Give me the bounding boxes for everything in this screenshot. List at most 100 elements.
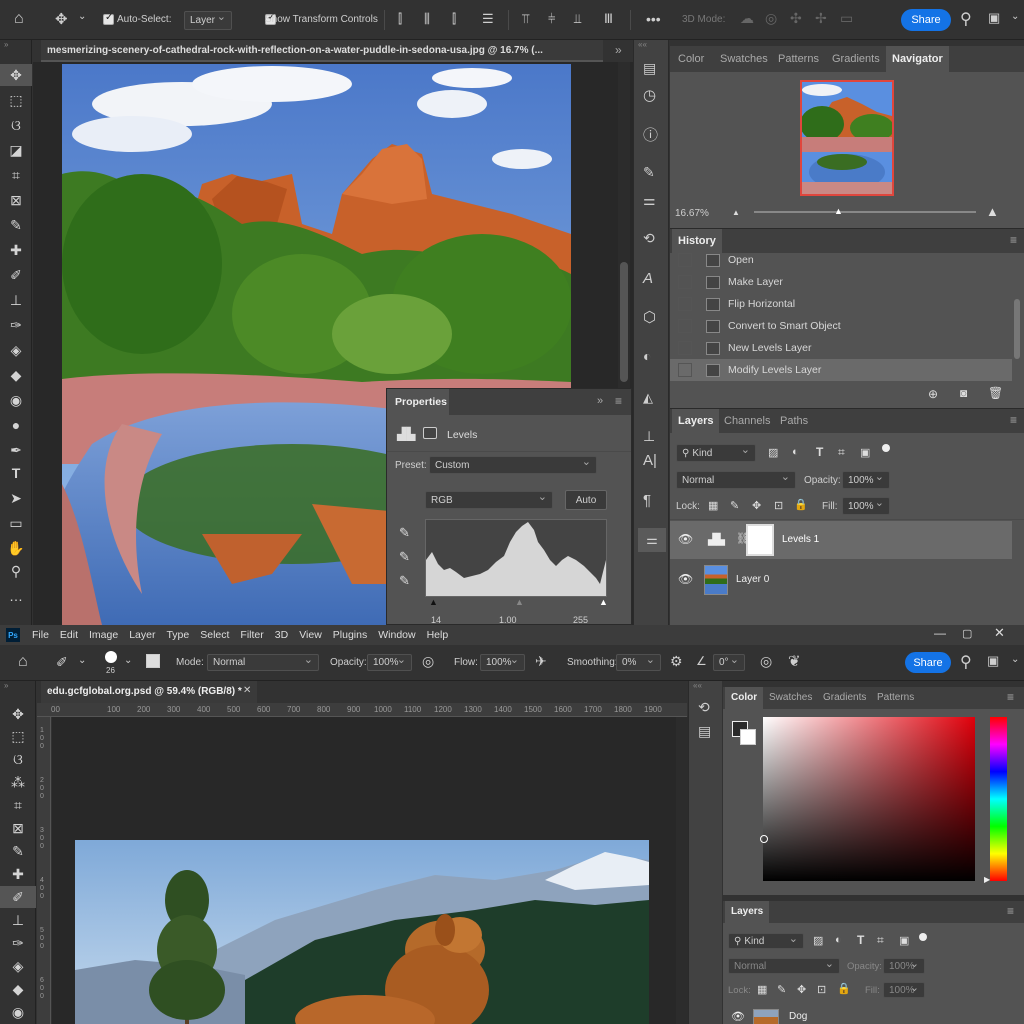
- lock-all-icon[interactable]: 🔒: [794, 498, 808, 511]
- lasso-tool-icon[interactable]: ଓ: [0, 748, 36, 770]
- menu-image[interactable]: Image: [89, 629, 118, 641]
- filter-smart-icon[interactable]: ▣: [860, 446, 870, 459]
- paragraph-type-icon[interactable]: A|: [643, 452, 657, 469]
- tab-layers[interactable]: Layers: [672, 409, 720, 433]
- collapse-icon[interactable]: ««: [693, 681, 702, 690]
- panel-menu-icon[interactable]: ≡: [1007, 904, 1014, 918]
- lock-image-icon[interactable]: ✎: [777, 983, 786, 996]
- input-black-value[interactable]: 14: [431, 615, 441, 625]
- tab-color[interactable]: Color: [672, 46, 710, 72]
- brush-settings-icon[interactable]: ✎: [643, 164, 655, 181]
- dodge-tool-icon[interactable]: ●: [0, 414, 32, 436]
- new-document-icon[interactable]: ⊕: [928, 387, 938, 401]
- auto-button[interactable]: Auto: [565, 490, 607, 510]
- collapse-icon[interactable]: »: [597, 395, 603, 407]
- history-item[interactable]: Convert to Smart Object: [670, 315, 1012, 337]
- filter-type-icon[interactable]: T: [857, 933, 864, 947]
- preset-dropdown[interactable]: Custom: [429, 455, 597, 474]
- navigator-preview[interactable]: [800, 80, 894, 196]
- layer-row-levels[interactable]: 👁 ▟▙ ⛓ Levels 1: [670, 521, 1012, 559]
- history-item-selected[interactable]: Modify Levels Layer: [670, 359, 1012, 381]
- panel-menu-icon[interactable]: ≡: [615, 394, 622, 408]
- chevron-down-icon[interactable]: ⌄: [1011, 654, 1019, 665]
- zoom-in-icon[interactable]: ▲: [986, 204, 999, 219]
- comments-icon[interactable]: ▤: [698, 723, 711, 740]
- collapse-toolbar-icon[interactable]: »: [4, 40, 8, 49]
- lasso-tool-icon[interactable]: ଓ: [0, 114, 32, 136]
- menu-3d[interactable]: 3D: [275, 629, 288, 641]
- auto-select-dropdown[interactable]: Layer: [184, 10, 232, 30]
- history-scrollbar[interactable]: [1014, 299, 1020, 359]
- canvas-area[interactable]: [52, 717, 688, 1024]
- workspace-icon[interactable]: ▣: [987, 653, 999, 669]
- tab-swatches[interactable]: Swatches: [714, 46, 774, 72]
- home-icon[interactable]: ⌂: [14, 10, 24, 28]
- tab-gradients[interactable]: Gradients: [826, 46, 886, 72]
- properties-tab[interactable]: Properties: [387, 389, 449, 415]
- history-item[interactable]: New Levels Layer: [670, 337, 1012, 359]
- 3d-icon[interactable]: ⬡: [643, 308, 656, 326]
- menu-plugins[interactable]: Plugins: [333, 629, 367, 641]
- align-left-icon[interactable]: ⫿: [398, 11, 402, 27]
- lock-artboard-icon[interactable]: ⊡: [774, 499, 783, 512]
- filter-shape-icon[interactable]: ⌗: [838, 445, 845, 460]
- pressure-opacity-icon[interactable]: ◎: [422, 653, 434, 670]
- lock-artboard-icon[interactable]: ⊡: [817, 983, 826, 996]
- minimize-icon[interactable]: —: [934, 626, 946, 640]
- smoothing-input[interactable]: 0%: [616, 653, 661, 671]
- stamp-tool-icon[interactable]: ⊥: [0, 909, 36, 931]
- bucket-tool-icon[interactable]: ◆: [0, 364, 32, 386]
- tab-paths[interactable]: Paths: [774, 409, 814, 433]
- align-right-icon[interactable]: ⫿: [452, 11, 456, 27]
- eyedropper-tool-icon[interactable]: ✎: [0, 214, 32, 236]
- tab-layers[interactable]: Layers: [725, 901, 770, 923]
- type-tool-icon[interactable]: T: [0, 462, 32, 484]
- mask-icon[interactable]: [423, 427, 437, 439]
- layer-filter-dropdown[interactable]: ⚲ Kind: [728, 932, 804, 949]
- brush-panel-icon[interactable]: [146, 654, 160, 668]
- document-tab[interactable]: mesmerizing-scenery-of-cathedral-rock-wi…: [41, 40, 603, 62]
- pressure-size-icon[interactable]: ◎: [760, 653, 772, 670]
- collapse-toolbar-icon[interactable]: »: [4, 681, 8, 690]
- close-tab-icon[interactable]: ✕: [243, 685, 251, 696]
- zoom-value[interactable]: 16.67%: [675, 208, 709, 219]
- input-white-slider-icon[interactable]: ▲: [599, 597, 608, 607]
- bucket-tool-icon[interactable]: ◆: [0, 978, 36, 1000]
- brush-tool-icon[interactable]: ✐: [0, 264, 32, 286]
- black-point-eyedropper-icon[interactable]: ✎: [399, 525, 410, 541]
- align-top-icon[interactable]: ⫪: [522, 11, 529, 27]
- filter-shape-icon[interactable]: ⌗: [877, 933, 884, 948]
- filter-adjustment-icon[interactable]: ◐: [792, 446, 799, 458]
- trash-icon[interactable]: 🗑: [988, 386, 1003, 400]
- angle-input[interactable]: 0°: [713, 653, 745, 671]
- menu-window[interactable]: Window: [378, 629, 415, 641]
- flow-input[interactable]: 100%: [480, 653, 525, 671]
- close-icon[interactable]: ✕: [994, 625, 1005, 641]
- visibility-eye-icon[interactable]: 👁: [731, 1010, 745, 1023]
- styles-icon[interactable]: ◭: [643, 390, 653, 406]
- hue-slider[interactable]: ▶: [984, 717, 1007, 884]
- chevron-down-icon[interactable]: ⌄: [78, 11, 86, 22]
- channel-dropdown[interactable]: RGB: [425, 490, 553, 509]
- scrollbar-thumb[interactable]: [620, 262, 628, 382]
- tab-swatches[interactable]: Swatches: [763, 687, 818, 709]
- input-gamma-value[interactable]: 1.00: [499, 615, 517, 625]
- lock-position-icon[interactable]: ✥: [797, 983, 806, 996]
- auto-select-checkbox[interactable]: [103, 12, 114, 25]
- lock-position-icon[interactable]: ✥: [752, 499, 761, 512]
- stamp-icon[interactable]: ⊥: [643, 428, 655, 445]
- history-brush-tool-icon[interactable]: ✑: [0, 932, 36, 954]
- history-item[interactable]: Make Layer: [670, 271, 1012, 293]
- brush-preview-icon[interactable]: [105, 651, 117, 663]
- zoom-slider[interactable]: ▲: [754, 206, 976, 216]
- move-tool-icon[interactable]: ✥: [0, 703, 36, 725]
- marquee-tool-icon[interactable]: ⬚: [0, 725, 36, 747]
- blur-tool-icon[interactable]: ◉: [0, 1001, 36, 1023]
- tab-patterns[interactable]: Patterns: [772, 46, 825, 72]
- blend-mode-dropdown[interactable]: Normal: [676, 470, 796, 489]
- layer-row-dog[interactable]: 👁 Dog: [723, 1005, 1024, 1024]
- fill-input[interactable]: 100%: [842, 496, 890, 515]
- filter-pixel-icon[interactable]: ▨: [768, 446, 778, 459]
- zoom-tool-icon[interactable]: ⚲: [0, 560, 32, 582]
- brush-tool-icon[interactable]: ✐: [56, 654, 68, 671]
